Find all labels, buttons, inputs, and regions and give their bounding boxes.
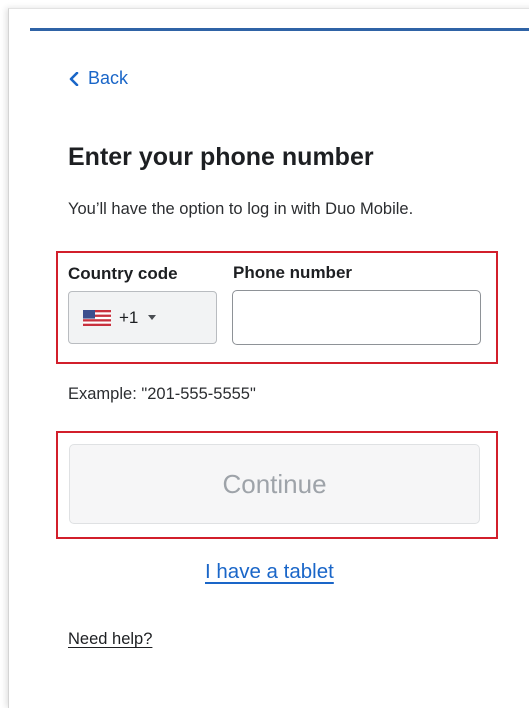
page-subtitle: You’ll have the option to log in with Du… <box>68 200 414 218</box>
country-code-label: Country code <box>68 264 178 283</box>
top-accent-bar <box>30 28 529 31</box>
tablet-link[interactable]: I have a tablet <box>205 560 334 584</box>
back-link[interactable]: Back <box>68 68 128 89</box>
country-code-select[interactable]: +1 <box>68 291 217 344</box>
continue-button[interactable]: Continue <box>69 444 480 524</box>
caret-down-icon <box>148 315 157 320</box>
back-label: Back <box>88 68 129 88</box>
window-frame <box>8 8 529 708</box>
need-help-link[interactable]: Need help? <box>68 630 152 649</box>
chevron-left-icon <box>69 71 79 86</box>
phone-number-input[interactable] <box>232 290 481 345</box>
country-code-value: +1 <box>119 307 139 327</box>
us-flag-icon <box>83 309 111 326</box>
page-title: Enter your phone number <box>68 143 374 171</box>
phone-example-text: Example: "201-555-5555" <box>68 385 256 403</box>
phone-number-label: Phone number <box>233 263 353 282</box>
